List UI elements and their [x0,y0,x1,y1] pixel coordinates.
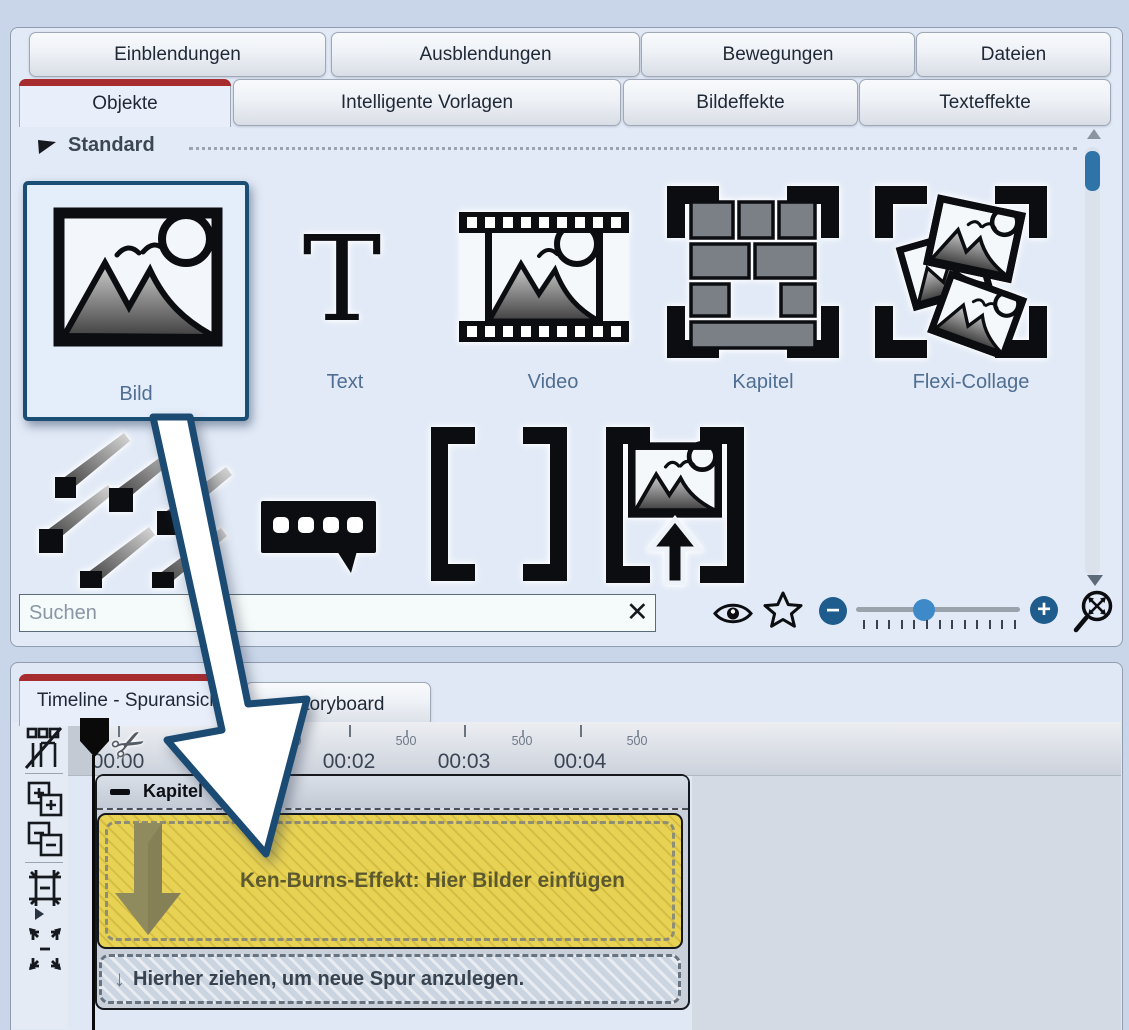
new-track-hint-text: Hierher ziehen, um neue Spur anzulegen. [133,968,524,991]
object-tile-video[interactable] [459,212,629,342]
tab-storyboard[interactable]: Storyboard [245,682,431,727]
tab-timeline-spuransicht[interactable]: Timeline - Spuransicht [19,674,243,726]
tab-label: Einblendungen [114,44,241,66]
tab-label: Storyboard [292,694,385,716]
drop-down-arrow-icon [115,823,181,935]
section-divider [189,147,1077,150]
image-icon [53,207,223,347]
flyout-arrow-icon[interactable] [35,908,44,920]
favorite-star-icon[interactable] [763,591,803,629]
tab-label: Texteffekte [939,92,1031,114]
timeline-empty-area [692,775,1121,1030]
zoom-in-button[interactable]: + [1030,596,1058,624]
tab-einblendungen[interactable]: Einblendungen [29,32,326,77]
object-tile-kapitel[interactable] [667,186,839,358]
search-input[interactable] [19,594,656,632]
size-slider-track[interactable] [856,607,1020,612]
ruler-major-label: 00:04 [554,750,607,774]
scroll-up-icon[interactable] [1087,129,1101,139]
active-tab-stripe [19,674,243,681]
section-collapse-icon[interactable] [37,138,57,156]
object-label: Flexi-Collage [891,371,1051,394]
ruler-minor-label: 500 [627,734,648,748]
kenburns-hint-text: Ken-Burns-Effekt: Hier Bilder einfügen [194,815,671,947]
collapse-minus-icon[interactable] [110,789,130,795]
object-tile-subtitle-bubble[interactable] [261,501,377,575]
tab-label: Bewegungen [723,44,834,66]
toolbar-divider [25,773,63,774]
visibility-eye-icon[interactable] [713,600,753,627]
object-tile-placeholder[interactable] [429,427,569,581]
active-tab-stripe [19,79,231,86]
section-title: Standard [68,134,155,157]
object-label: Bild [27,383,245,406]
tab-bewegungen[interactable]: Bewegungen [641,32,915,77]
ruler-major-label: 00:02 [323,750,376,774]
tab-bildeffekte[interactable]: Bildeffekte [623,79,858,126]
search-clear-icon[interactable]: ✕ [626,597,649,628]
object-tile-particles[interactable] [29,433,239,588]
app-window: Einblendungen Ausblendungen Bewegungen D… [0,0,1129,1030]
plus-icon: + [1037,598,1051,622]
tab-label: Dateien [981,44,1047,66]
scroll-down-icon[interactable] [1087,575,1103,586]
tab-label: Intelligente Vorlagen [341,92,513,114]
ruler-minor-label: 500 [396,734,417,748]
track-header[interactable]: Kapitel [97,776,688,810]
scrollbar-thumb[interactable] [1085,151,1100,191]
tab-dateien[interactable]: Dateien [916,32,1111,77]
collapse-all-tracks-icon[interactable] [27,821,63,859]
track-kapitel[interactable]: Kapitel Ken-Burns-Effekt: Hier Bilder ei… [95,774,690,1010]
kenburns-dropzone[interactable]: Ken-Burns-Effekt: Hier Bilder einfügen [97,813,683,949]
object-label: Text [265,371,425,394]
objects-panel: Einblendungen Ausblendungen Bewegungen D… [10,27,1123,647]
object-tile-image-placeholder[interactable] [604,427,746,585]
tab-ausblendungen[interactable]: Ausblendungen [331,32,640,77]
ruler-minor-label: 500 [512,734,533,748]
scrollbar-track[interactable] [1085,147,1100,575]
expand-all-tracks-icon[interactable] [27,781,63,819]
object-label: Kapitel [683,371,843,394]
tab-intelligente-vorlagen[interactable]: Intelligente Vorlagen [233,79,621,126]
object-tile-bild[interactable]: Bild [23,181,249,421]
playhead-line [92,755,95,1030]
object-tile-text[interactable]: T [297,220,387,352]
object-tile-flexi-collage[interactable] [875,186,1047,358]
text-icon: T [303,210,382,348]
timeline-toolbar [11,722,68,1029]
ruler-major-label: 00:01 [207,750,260,774]
tab-label: Objekte [92,93,157,115]
zoom-fit-icon[interactable] [1073,588,1117,634]
tab-label: Ausblendungen [419,44,551,66]
ruler-major-label: 00:03 [438,750,491,774]
new-track-dropzone[interactable]: ↓ Hierher ziehen, um neue Spur anzulegen… [99,954,681,1004]
down-arrow-icon: ↓ [114,966,125,992]
zoom-out-button[interactable]: − [819,597,847,625]
tab-label: Timeline - Spuransicht [37,690,225,712]
ruler-minor-label: 500 [281,734,302,748]
zoom-timeline-full-icon[interactable] [27,926,63,972]
timeline-ruler[interactable]: 500 500 500 500 00:00 00:01 00:02 00:03 … [68,722,1121,776]
tab-objekte[interactable]: Objekte [19,79,231,127]
tab-texteffekte[interactable]: Texteffekte [859,79,1111,126]
tab-label: Bildeffekte [696,92,784,114]
playhead-marker[interactable] [78,716,112,760]
size-slider-thumb[interactable] [913,599,935,621]
minus-icon: − [826,599,840,623]
object-label: Video [473,371,633,394]
track-title: Kapitel [143,781,203,802]
toolbar-divider [25,862,63,863]
track-display-toggle-icon[interactable] [25,727,63,769]
zoom-timeline-fit-icon[interactable] [27,868,63,908]
